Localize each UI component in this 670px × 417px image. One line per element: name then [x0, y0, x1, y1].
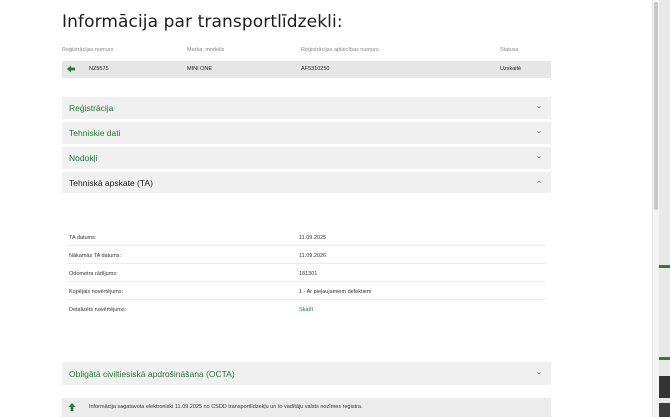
arrow-left-icon[interactable] [66, 64, 76, 74]
inspection-key: Detalizēts novērtējums: [69, 307, 127, 313]
inspection-key: TA datums: [69, 235, 97, 241]
view-details-link[interactable]: Skatīt [299, 307, 313, 313]
page: Informācija par transportlīdzekli: Reģis… [0, 0, 652, 417]
inspection-key: Kopējais novērtējums: [69, 289, 124, 295]
inspection-row: TA datums: 11.09.2025 [67, 229, 546, 246]
header-reg-number: Reģistrācijas numurs [62, 47, 114, 53]
side-dark-block [659, 403, 670, 417]
accordion-registration-label: Reģistrācija [69, 103, 114, 113]
page-title: Informācija par transportlīdzekli: [62, 12, 343, 32]
info-bar: Informācija sagatavota elektroniski 11.0… [62, 398, 551, 417]
inspection-key: Odometra rādījums: [69, 271, 118, 277]
vehicle-status: Uzskaitē [500, 66, 522, 72]
inspection-panel: TA datums: 11.09.2025 Nākamās TA datums:… [62, 193, 551, 359]
header-cert-number: Reģistrācijas apliecības numurs [301, 47, 379, 53]
chevron-down-icon [537, 156, 541, 159]
inspection-value: 1 - Ar pieļaujamiem defektiem [299, 289, 372, 295]
inspection-row: Detalizēts novērtējums: Skatīt [67, 301, 546, 318]
side-accent-bar [659, 265, 670, 268]
inspection-value: 11.09.2026 [299, 253, 327, 259]
inspection-key: Nākamās TA datums: [69, 253, 122, 259]
accordion-taxes-label: Nodokļi [69, 153, 98, 163]
inspection-row: Nākamās TA datums: 11.09.2026 [67, 247, 546, 264]
inspection-row: Odometra rādījums: 181301 [67, 265, 546, 282]
accordion-taxes[interactable]: Nodokļi [62, 147, 551, 169]
vehicle-make-model: MINI ONE [187, 66, 213, 72]
scrollbar-thumb[interactable] [654, 2, 658, 210]
accordion-technical-label: Tehniskie dati [69, 128, 121, 138]
vehicle-cert-number: AF5310250 [301, 66, 330, 72]
chevron-down-icon [537, 372, 541, 375]
chevron-down-icon [537, 106, 541, 109]
vehicle-reg-number: NZ5575 [89, 66, 109, 72]
inspection-value: 181301 [299, 271, 318, 277]
accordion-inspection[interactable]: Tehniskā apskate (TA) [62, 172, 551, 194]
header-status: Statuss [500, 47, 519, 53]
header-make-model: Marka, modelis [187, 47, 225, 53]
accordion-insurance-label: Obligātā civiltiesiskā apdrošināšana (OC… [69, 369, 235, 379]
accordion-registration[interactable]: Reģistrācija [62, 97, 551, 119]
side-dark-block [659, 376, 670, 398]
inspection-row: Kopējais novērtējums: 1 - Ar pieļaujamie… [67, 283, 546, 300]
accordion-insurance[interactable]: Obligātā civiltiesiskā apdrošināšana (OC… [62, 362, 551, 385]
vertical-scrollbar[interactable] [652, 0, 659, 417]
inspection-value: 11.09.2025 [299, 235, 327, 241]
info-text: Informācija sagatavota elektroniski 11.0… [89, 404, 363, 410]
arrow-up-icon[interactable] [67, 402, 77, 412]
side-panel [659, 0, 670, 417]
vehicle-row[interactable]: NZ5575 MINI ONE AF5310250 Uzskaitē [62, 61, 551, 78]
side-accent-bar [659, 357, 670, 360]
accordion-technical[interactable]: Tehniskie dati [62, 122, 551, 144]
chevron-up-icon [537, 180, 541, 184]
accordion-inspection-label: Tehniskā apskate (TA) [69, 178, 153, 188]
chevron-down-icon [537, 131, 541, 134]
